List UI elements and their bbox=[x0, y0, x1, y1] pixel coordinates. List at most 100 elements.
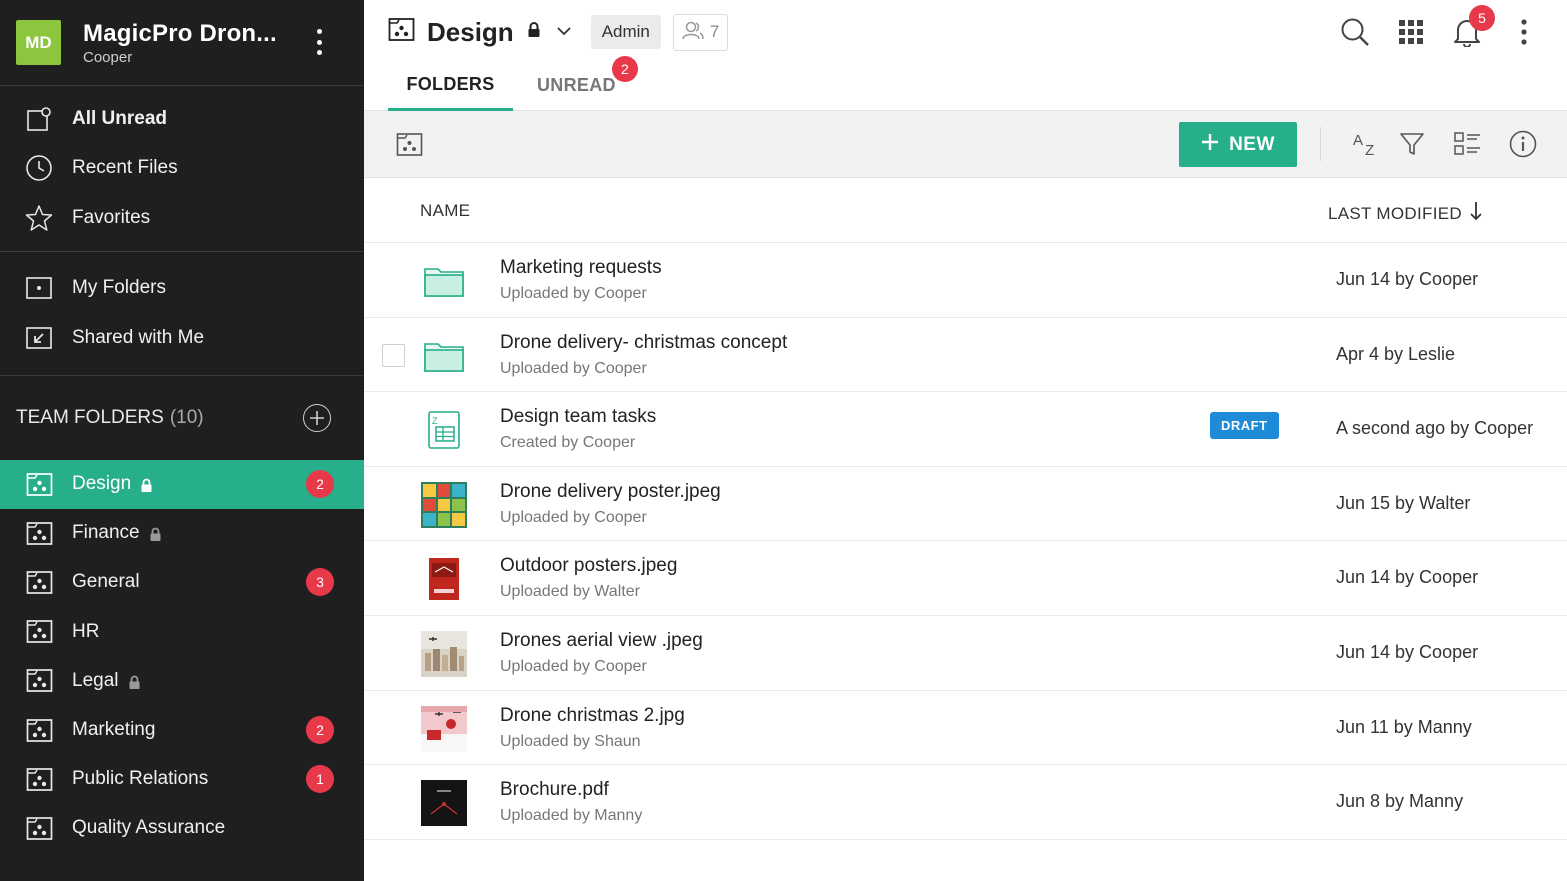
tab-unread[interactable]: UNREAD 2 bbox=[537, 56, 638, 111]
column-last-modified[interactable]: LAST MODIFIED bbox=[1328, 201, 1482, 226]
tab-label: UNREAD bbox=[537, 75, 616, 95]
sort-az-icon[interactable]: AZ bbox=[1350, 128, 1382, 160]
file-row[interactable]: Drone delivery poster.jpeg Uploaded by C… bbox=[364, 467, 1567, 542]
team-folder-label: Public Relations bbox=[72, 768, 209, 790]
file-subtitle: Uploaded by Cooper bbox=[500, 657, 647, 675]
image-thumbnail bbox=[420, 630, 468, 677]
list-view-icon[interactable] bbox=[1451, 128, 1483, 160]
sidebar: MD MagicPro Dron... Cooper All Unread Re… bbox=[0, 0, 364, 881]
folder-icon bbox=[25, 274, 53, 302]
file-row[interactable]: Outdoor posters.jpeg Uploaded by Walter … bbox=[364, 541, 1567, 616]
nav-item-label: All Unread bbox=[72, 107, 168, 129]
new-button[interactable]: NEW bbox=[1179, 122, 1297, 167]
team-folder-icon bbox=[25, 568, 53, 596]
tab-folders[interactable]: FOLDERS bbox=[388, 60, 513, 111]
clock-icon bbox=[25, 154, 53, 182]
team-folder-list: Design 2 Finance General 3 HR Legal Mark… bbox=[0, 459, 364, 854]
chevron-down-icon[interactable] bbox=[557, 23, 571, 41]
shared-icon bbox=[25, 324, 53, 352]
workspace-name: MagicPro Dron... bbox=[83, 19, 277, 47]
workspace-header[interactable]: MD MagicPro Dron... Cooper bbox=[0, 0, 364, 86]
file-title[interactable]: Outdoor posters.jpeg bbox=[500, 555, 677, 577]
file-last-modified: Jun 14 by Cooper bbox=[1336, 567, 1479, 588]
file-row[interactable]: Drone christmas 2.jpg Uploaded by Shaun … bbox=[364, 691, 1567, 766]
unread-badge: 3 bbox=[306, 568, 334, 597]
file-row[interactable]: Drones aerial view .jpeg Uploaded by Coo… bbox=[364, 616, 1567, 691]
search-icon[interactable] bbox=[1337, 14, 1373, 50]
nav-item-label: My Folders bbox=[72, 277, 166, 299]
workspace-menu-icon[interactable] bbox=[312, 26, 326, 58]
add-team-folder-icon[interactable] bbox=[303, 403, 331, 432]
page-title: Design bbox=[427, 16, 514, 47]
members-count: 7 bbox=[709, 22, 720, 41]
info-icon[interactable] bbox=[1507, 128, 1539, 160]
tab-label: FOLDERS bbox=[406, 73, 495, 94]
image-thumbnail bbox=[420, 556, 468, 602]
column-name[interactable]: NAME bbox=[420, 201, 470, 221]
plus-icon bbox=[1201, 133, 1219, 157]
file-last-modified: Jun 11 by Manny bbox=[1336, 716, 1472, 737]
file-row[interactable]: Z Design team tasks Created by Cooper DR… bbox=[364, 392, 1567, 467]
nav-item-all-unread[interactable]: All Unread bbox=[0, 94, 364, 144]
workspace-avatar: MD bbox=[16, 20, 61, 65]
file-title[interactable]: Drone delivery- christmas concept bbox=[500, 332, 787, 354]
image-thumbnail bbox=[420, 481, 468, 528]
team-folder-design[interactable]: Design 2 bbox=[0, 459, 364, 509]
file-subtitle: Uploaded by Walter bbox=[500, 583, 640, 601]
image-thumbnail bbox=[420, 705, 468, 752]
team-folder-icon bbox=[25, 470, 53, 498]
notification-badge: 5 bbox=[1469, 5, 1495, 31]
team-folder-general[interactable]: General 3 bbox=[0, 558, 364, 607]
row-checkbox[interactable] bbox=[382, 343, 405, 367]
team-folders-header: TEAM FOLDERS (10) bbox=[0, 376, 364, 460]
nav-item-my-folders[interactable]: My Folders bbox=[0, 264, 364, 314]
file-title[interactable]: Drone delivery poster.jpeg bbox=[500, 481, 721, 503]
role-chip[interactable]: Admin bbox=[590, 15, 661, 49]
file-last-modified: A second ago by Cooper bbox=[1336, 418, 1534, 439]
file-title[interactable]: Brochure.pdf bbox=[500, 779, 609, 801]
team-folder-finance[interactable]: Finance bbox=[0, 509, 364, 558]
nav-item-label: Favorites bbox=[72, 206, 151, 228]
file-title[interactable]: Marketing requests bbox=[500, 257, 662, 279]
file-title[interactable]: Design team tasks bbox=[500, 406, 656, 428]
team-folder-label: Legal bbox=[72, 669, 119, 691]
apps-grid-icon[interactable] bbox=[1393, 14, 1429, 50]
team-folder-hr[interactable]: HR bbox=[0, 607, 364, 656]
nav-item-favorites[interactable]: Favorites bbox=[0, 193, 364, 243]
nav-item-recent-files[interactable]: Recent Files bbox=[0, 144, 364, 194]
file-row[interactable]: Drone delivery- christmas concept Upload… bbox=[364, 318, 1567, 393]
file-title[interactable]: Drones aerial view .jpeg bbox=[500, 630, 703, 652]
draft-badge: DRAFT bbox=[1210, 412, 1279, 440]
lock-icon bbox=[128, 674, 141, 689]
file-row[interactable]: Brochure.pdf Uploaded by Manny Jun 8 by … bbox=[364, 765, 1567, 840]
team-folder-icon bbox=[25, 765, 53, 793]
members-chip[interactable]: 7 bbox=[672, 13, 729, 51]
team-folder-icon bbox=[25, 519, 53, 547]
file-last-modified: Jun 14 by Cooper bbox=[1336, 641, 1479, 662]
team-folder-public-relations[interactable]: Public Relations 1 bbox=[0, 755, 364, 804]
more-vertical-icon[interactable] bbox=[1506, 14, 1542, 50]
file-last-modified: Jun 8 by Manny bbox=[1336, 791, 1464, 812]
file-row[interactable]: Marketing requests Uploaded by Cooper Ju… bbox=[364, 243, 1567, 318]
folder-icon bbox=[420, 258, 468, 304]
team-folder-icon[interactable] bbox=[396, 132, 423, 162]
team-folder-icon bbox=[388, 17, 415, 47]
lock-icon bbox=[140, 477, 153, 493]
file-subtitle: Created by Cooper bbox=[500, 434, 636, 452]
unread-icon bbox=[25, 105, 53, 133]
file-subtitle: Uploaded by Cooper bbox=[500, 508, 647, 526]
team-folders-count: (10) bbox=[169, 406, 204, 428]
team-folder-quality-assurance[interactable]: Quality Assurance bbox=[0, 804, 364, 853]
team-folder-marketing[interactable]: Marketing 2 bbox=[0, 705, 364, 754]
nav-item-shared-with-me[interactable]: Shared with Me bbox=[0, 313, 364, 363]
toolbar-divider bbox=[1320, 127, 1321, 161]
team-folders-title: TEAM FOLDERS bbox=[16, 406, 164, 428]
main-panel: Design Admin 7 5 FOLDERS UNREAD 2 NEW A … bbox=[364, 0, 1567, 881]
filter-icon[interactable] bbox=[1396, 128, 1428, 160]
team-folder-legal[interactable]: Legal bbox=[0, 656, 364, 705]
svg-text:Z: Z bbox=[1365, 142, 1374, 158]
spreadsheet-icon: Z bbox=[420, 407, 468, 453]
file-subtitle: Uploaded by Shaun bbox=[500, 732, 641, 750]
file-title[interactable]: Drone christmas 2.jpg bbox=[500, 705, 685, 727]
file-list: Marketing requests Uploaded by Cooper Ju… bbox=[364, 243, 1567, 840]
